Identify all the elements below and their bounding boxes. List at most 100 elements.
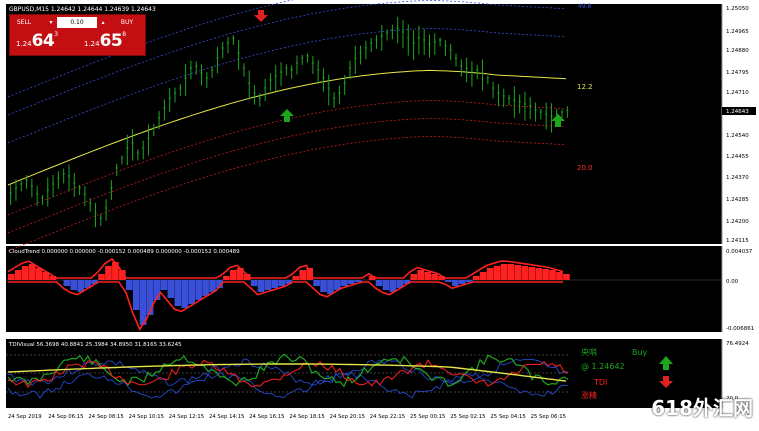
ct-histogram-bar <box>14 270 22 280</box>
ct-histogram-bar <box>28 264 36 280</box>
ct-histogram-bar <box>382 280 390 290</box>
ct-histogram-bar <box>299 270 307 280</box>
time-label: 25 Sep 04:15 <box>490 414 525 420</box>
ct-label-top: 0.004037 <box>726 249 753 255</box>
band-label-top: 12.2 <box>577 83 593 91</box>
ct-histogram-bar <box>535 268 542 280</box>
tdi-signal-line-1: 央哨 <box>581 347 597 357</box>
band-label-upper: 49.8 <box>578 3 592 10</box>
ct-histogram-bar <box>313 280 320 286</box>
ct-histogram-bar <box>105 266 112 280</box>
watermark: 618外汇网 <box>651 396 753 420</box>
ct-histogram-bar <box>514 265 522 280</box>
chart-canvas[interactable]: GBPUSD,M15 1.24642 1.24644 1.24639 1.246… <box>0 0 759 427</box>
sell-price[interactable]: 1.24643 <box>16 31 58 51</box>
ct-histogram-bar <box>202 280 209 296</box>
ct-histogram-bar <box>160 280 168 290</box>
ct-histogram-bar <box>445 280 452 282</box>
ct-histogram-bar <box>70 280 78 290</box>
ct-histogram-bar <box>424 272 431 280</box>
ct-histogram-bar <box>528 267 536 280</box>
main-chart-title: GBPUSD,M15 1.24642 1.24644 1.24639 1.246… <box>9 6 156 13</box>
ct-histogram-bar <box>132 280 140 310</box>
ct-histogram-bar <box>563 274 570 280</box>
ct-histogram-bar <box>125 280 133 290</box>
ct-histogram-bar <box>327 280 334 294</box>
ct-histogram-bar <box>507 264 515 280</box>
time-label: 24 Sep 18:15 <box>289 414 324 420</box>
tdi-signal-line-4: TDI <box>593 378 607 387</box>
band-label-bottom: 20.0 <box>577 164 593 172</box>
sell-button[interactable]: SELL <box>13 17 35 28</box>
price-label: 1.24115 <box>726 238 749 244</box>
price-label: 1.24540 <box>726 133 749 139</box>
ct-histogram-bar <box>431 274 438 280</box>
time-label: 25 Sep 00:15 <box>410 414 445 420</box>
ct-histogram-bar <box>188 280 196 304</box>
price-label: 1.24285 <box>726 197 749 203</box>
ct-histogram-bar <box>410 274 418 280</box>
cloudtrend-axis <box>722 246 756 332</box>
ct-histogram-bar <box>458 280 466 284</box>
ct-histogram-bar <box>21 266 29 280</box>
ct-histogram-bar <box>209 280 216 292</box>
lot-increase-button[interactable]: ▴ <box>99 17 107 28</box>
ct-histogram-bar <box>271 280 279 288</box>
price-label: 1.24880 <box>726 48 749 54</box>
tdi-pane <box>6 339 722 408</box>
cloudtrend-pane <box>6 246 722 332</box>
time-label: 24 Sep 14:15 <box>209 414 244 420</box>
ct-histogram-bar <box>556 272 563 280</box>
time-label: 24 Sep 12:15 <box>169 414 204 420</box>
time-label: 25 Sep 02:15 <box>450 414 485 420</box>
ct-histogram-bar <box>167 280 175 298</box>
ct-histogram-bar <box>341 280 348 286</box>
ct-histogram-bar <box>139 280 147 325</box>
tdi-signal-line-3: @ 1.24642 <box>581 362 625 371</box>
price-label: 1.24370 <box>726 175 749 181</box>
ct-histogram-bar <box>98 274 105 280</box>
lot-decrease-button[interactable]: ▾ <box>47 17 55 28</box>
price-label: 1.24965 <box>726 29 749 35</box>
ct-histogram-bar <box>181 280 189 308</box>
time-label: 24 Sep 2019 <box>8 414 42 420</box>
tdi-label-top: 76.4924 <box>726 341 749 347</box>
ct-histogram-bar <box>347 280 355 284</box>
ct-histogram-bar <box>195 280 202 300</box>
ct-histogram-bar <box>389 280 397 292</box>
ct-histogram-bar <box>486 268 494 280</box>
lot-size-input[interactable]: 0.10 <box>57 17 97 28</box>
ct-label-mid: 0.00 <box>726 279 739 285</box>
time-label: 24 Sep 10:15 <box>129 414 164 420</box>
tdi-title: TDIVisual 56.3698 40.8841 25.3984 34.895… <box>8 342 182 348</box>
ct-label-bottom: -0.006861 <box>726 326 754 332</box>
cloudtrend-title: CloudTrend 0.000000 0.000000 -0.000152 0… <box>9 249 240 255</box>
ct-histogram-bar <box>292 276 300 280</box>
ct-histogram-bar <box>493 266 501 280</box>
time-label: 24 Sep 08:15 <box>88 414 123 420</box>
ct-histogram-bar <box>250 280 258 286</box>
time-label: 24 Sep 16:15 <box>249 414 284 420</box>
ct-histogram-bar <box>264 280 272 290</box>
ct-histogram-bar <box>223 276 230 280</box>
ct-histogram-bar <box>257 280 265 292</box>
price-label: 1.24710 <box>726 90 749 96</box>
buy-price[interactable]: 1.24658 <box>84 31 126 51</box>
ct-histogram-bar <box>472 276 480 280</box>
price-label: 1.24455 <box>726 154 749 160</box>
ct-histogram-bar <box>375 280 383 286</box>
time-label: 25 Sep 06:15 <box>531 414 566 420</box>
ct-histogram-bar <box>8 274 15 280</box>
ct-histogram-bar <box>452 280 459 286</box>
price-label: 1.25050 <box>726 6 749 12</box>
ct-histogram-bar <box>278 280 286 286</box>
ct-histogram-bar <box>230 270 237 280</box>
ct-histogram-bar <box>542 269 549 280</box>
price-label: 1.24200 <box>726 219 749 225</box>
ct-histogram-bar <box>77 280 85 292</box>
buy-button[interactable]: BUY <box>116 17 138 28</box>
time-label: 24 Sep 22:15 <box>370 414 405 420</box>
price-label: 1.24795 <box>726 70 749 76</box>
one-click-trading-panel: SELL ▾ 0.10 ▴ BUY 1.24643 1.24658 <box>9 14 146 56</box>
tdi-signal-line-2: Buy <box>632 348 648 357</box>
